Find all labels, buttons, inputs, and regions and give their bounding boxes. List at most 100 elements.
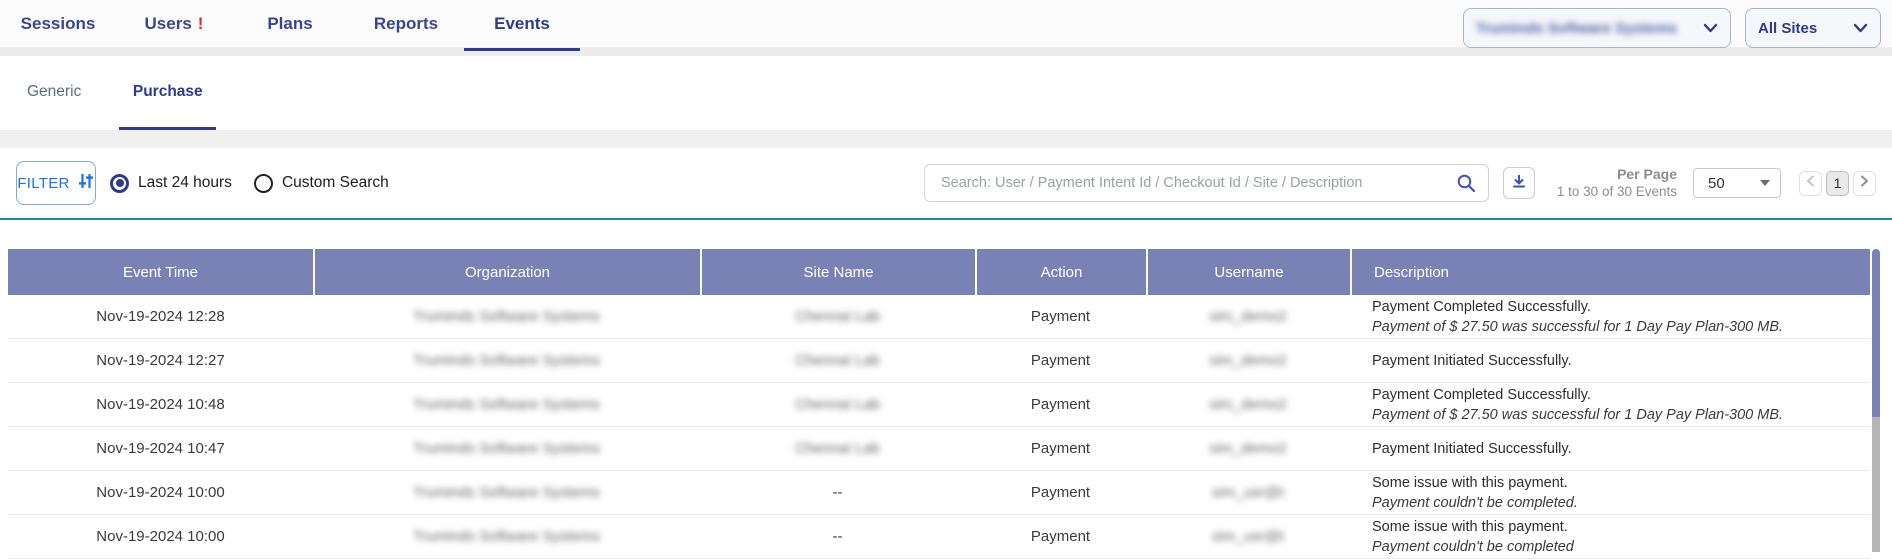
per-page-label: Per Page: [1549, 165, 1677, 183]
cell-site-name: Chennai Lab: [700, 383, 975, 426]
username-value: sim_usr@t: [1212, 484, 1284, 501]
table-row[interactable]: Nov-19-2024 10:00 Truminds Software Syst…: [8, 471, 1870, 515]
radio-last-24-hours[interactable]: Last 24 hours: [110, 174, 232, 193]
cell-username: sim_demo2: [1146, 295, 1350, 338]
subtab-generic-label: Generic: [27, 83, 81, 101]
cell-description: Payment Initiated Successfully.: [1350, 427, 1870, 470]
column-header-description[interactable]: Description: [1350, 249, 1870, 295]
site-name-value: --: [833, 484, 843, 501]
column-header-username[interactable]: Username: [1146, 249, 1350, 295]
organization-selector[interactable]: Truminds Software Systems: [1463, 8, 1731, 48]
cell-action: Payment: [975, 339, 1146, 382]
tab-users[interactable]: Users!: [116, 0, 232, 51]
column-header-organization[interactable]: Organization: [313, 249, 700, 295]
cell-site-name: Chennai Lab: [700, 427, 975, 470]
cell-site-name: Chennai Lab: [700, 295, 975, 338]
cell-username: sim_demo2: [1146, 339, 1350, 382]
tab-reports[interactable]: Reports: [348, 0, 464, 51]
range-text: 1 to 30 of 30 Events: [1549, 183, 1677, 201]
description-line-2: Payment of $ 27.50 was successful for 1 …: [1372, 317, 1783, 337]
site-name-value: Chennai Lab: [795, 440, 880, 457]
subtab-purchase[interactable]: Purchase: [119, 56, 216, 130]
section-divider-band: [0, 130, 1892, 148]
chevron-down-icon: [1703, 20, 1718, 37]
chevron-down-icon: [1853, 20, 1868, 37]
subtab-purchase-label: Purchase: [133, 83, 203, 101]
description-line-1: Some issue with this payment.: [1372, 517, 1568, 537]
tab-sessions[interactable]: Sessions: [0, 0, 116, 51]
sliders-icon: [77, 172, 95, 194]
cell-action: Payment: [975, 383, 1146, 426]
table-row[interactable]: Nov-19-2024 10:48 Truminds Software Syst…: [8, 383, 1870, 427]
username-value: sim_demo2: [1209, 352, 1287, 369]
column-header-event-time[interactable]: Event Time: [8, 249, 313, 295]
site-name-value: Chennai Lab: [795, 308, 880, 325]
radio-unselected-icon[interactable]: [254, 174, 273, 193]
cell-event-time: Nov-19-2024 12:27: [8, 339, 313, 382]
organization-value: Truminds Software Systems: [413, 352, 600, 369]
chevron-left-icon: [1806, 174, 1815, 192]
previous-page-button[interactable]: [1799, 171, 1822, 196]
description-line-1: Payment Initiated Successfully.: [1372, 351, 1572, 371]
table-header-row: Event Time Organization Site Name Action…: [8, 249, 1870, 295]
filter-button[interactable]: FILTER: [16, 161, 96, 205]
vertical-scrollbar-thumb[interactable]: [1872, 249, 1880, 417]
username-value: sim_usr@t: [1212, 528, 1284, 545]
organization-value: Truminds Software Systems: [413, 396, 600, 413]
column-header-site-name[interactable]: Site Name: [700, 249, 975, 295]
next-page-button[interactable]: [1853, 171, 1876, 196]
description-line-2: Payment of $ 27.50 was successful for 1 …: [1372, 405, 1783, 425]
organization-value: Truminds Software Systems: [413, 308, 600, 325]
cell-event-time: Nov-19-2024 10:48: [8, 383, 313, 426]
nav-right-controls: Truminds Software Systems All Sites: [1463, 0, 1881, 56]
cell-organization: Truminds Software Systems: [313, 427, 700, 470]
table-row[interactable]: Nov-19-2024 12:27 Truminds Software Syst…: [8, 339, 1870, 383]
current-page-button[interactable]: 1: [1826, 171, 1849, 196]
tab-plans[interactable]: Plans: [232, 0, 348, 51]
radio-selected-icon[interactable]: [110, 174, 129, 193]
cell-event-time: Nov-19-2024 10:00: [8, 471, 313, 514]
magnifier-icon[interactable]: [1456, 173, 1476, 198]
organization-selector-value: Truminds Software Systems: [1476, 20, 1677, 37]
table-row[interactable]: Nov-19-2024 12:28 Truminds Software Syst…: [8, 295, 1870, 339]
cell-organization: Truminds Software Systems: [313, 471, 700, 514]
vertical-scrollbar-track[interactable]: [1872, 417, 1880, 552]
cell-site-name: --: [700, 471, 975, 514]
username-value: sim_demo2: [1209, 396, 1287, 413]
tab-reports-label: Reports: [374, 14, 438, 34]
subtab-generic[interactable]: Generic: [27, 56, 81, 130]
search-input[interactable]: [924, 164, 1489, 202]
description-line-1: Some issue with this payment.: [1372, 473, 1568, 493]
cell-description: Payment Initiated Successfully.: [1350, 339, 1870, 382]
site-name-value: Chennai Lab: [795, 352, 880, 369]
site-selector[interactable]: All Sites: [1745, 8, 1881, 48]
pager: 1: [1799, 171, 1876, 196]
username-value: sim_demo2: [1209, 440, 1287, 457]
cell-description: Payment Completed Successfully. Payment …: [1350, 383, 1870, 426]
tab-events[interactable]: Events: [464, 0, 580, 51]
per-page-select[interactable]: 50: [1693, 168, 1781, 198]
table-row[interactable]: Nov-19-2024 10:00 Truminds Software Syst…: [8, 515, 1870, 559]
cell-action: Payment: [975, 427, 1146, 470]
cell-username: sim_demo2: [1146, 427, 1350, 470]
column-header-action[interactable]: Action: [975, 249, 1146, 295]
per-page-value: 50: [1708, 175, 1725, 192]
download-button[interactable]: [1503, 167, 1535, 199]
organization-value: Truminds Software Systems: [413, 484, 600, 501]
tab-sessions-label: Sessions: [21, 14, 96, 34]
cell-action: Payment: [975, 471, 1146, 514]
users-alert-badge: !: [198, 14, 204, 34]
radio-custom-search[interactable]: Custom Search: [254, 174, 389, 193]
cell-organization: Truminds Software Systems: [313, 383, 700, 426]
site-selector-value: All Sites: [1758, 20, 1817, 37]
cell-organization: Truminds Software Systems: [313, 295, 700, 338]
cell-description: Payment Completed Successfully. Payment …: [1350, 295, 1870, 338]
cell-description: Some issue with this payment. Payment co…: [1350, 471, 1870, 514]
current-page-number: 1: [1834, 175, 1842, 191]
cell-username: sim_usr@t: [1146, 471, 1350, 514]
table-row[interactable]: Nov-19-2024 10:47 Truminds Software Syst…: [8, 427, 1870, 471]
radio-custom-search-label: Custom Search: [282, 174, 389, 192]
events-table: Event Time Organization Site Name Action…: [8, 249, 1870, 559]
cell-username: sim_demo2: [1146, 383, 1350, 426]
filter-toolbar: FILTER Last 24 hours Custom Search: [0, 148, 1892, 220]
